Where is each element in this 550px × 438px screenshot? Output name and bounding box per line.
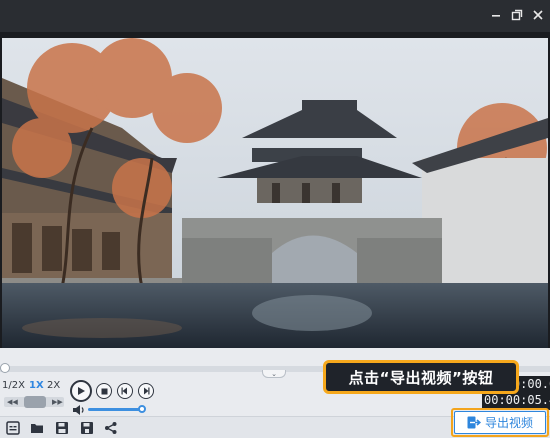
export-video-button[interactable]: 导出视频 — [454, 411, 546, 434]
save-icon[interactable] — [55, 421, 69, 435]
next-frame-button[interactable] — [138, 383, 154, 399]
speed-slider-thumb[interactable] — [24, 396, 46, 408]
stop-button[interactable] — [96, 383, 112, 399]
folder-icon[interactable] — [30, 421, 44, 435]
next-frame-icon — [144, 387, 150, 395]
play-button[interactable] — [70, 380, 92, 402]
speed-option-2x[interactable]: 2X — [47, 380, 60, 391]
previous-frame-button[interactable] — [117, 383, 133, 399]
speed-option-half[interactable]: 1/2X — [2, 380, 25, 391]
instruction-callout-text: 点击“导出视频”按钮 — [348, 368, 494, 387]
share-icon[interactable] — [104, 421, 118, 435]
video-frame-image — [2, 38, 548, 348]
collapse-toggle[interactable]: ⌄ — [262, 370, 286, 378]
close-icon[interactable] — [530, 7, 546, 23]
rewind-icon: ◀◀ — [7, 398, 18, 406]
minimize-icon[interactable] — [488, 7, 504, 23]
speed-slider[interactable]: ◀◀ ▶▶ — [4, 396, 64, 408]
instruction-callout: 点击“导出视频”按钮 — [323, 360, 519, 394]
title-bar — [0, 0, 550, 32]
video-editor-window: ⌄ 1/2X 1X 2X ◀◀ ▶▶ 00:00:05. 导出视频 点击“导出视… — [0, 0, 550, 438]
subtitle-icon[interactable] — [6, 421, 20, 435]
volume-knob[interactable] — [138, 405, 146, 413]
total-time: 00:00:05.400 — [484, 393, 550, 407]
fast-forward-icon: ▶▶ — [52, 398, 63, 406]
volume-icon[interactable] — [73, 405, 85, 415]
timeline-knob[interactable] — [0, 363, 10, 373]
export-video-label: 导出视频 — [484, 416, 533, 430]
export-icon — [467, 416, 481, 429]
stop-icon — [101, 388, 107, 394]
save-as-icon[interactable] — [80, 421, 94, 435]
video-preview[interactable] — [0, 32, 550, 348]
volume-slider[interactable] — [88, 408, 142, 411]
previous-frame-icon — [121, 387, 127, 395]
play-icon — [78, 387, 85, 395]
speed-selector: 1/2X 1X 2X ◀◀ ▶▶ — [0, 378, 68, 408]
speed-option-1x[interactable]: 1X — [29, 380, 44, 391]
chevron-down-icon: ⌄ — [271, 369, 277, 378]
restore-icon[interactable] — [509, 7, 525, 23]
